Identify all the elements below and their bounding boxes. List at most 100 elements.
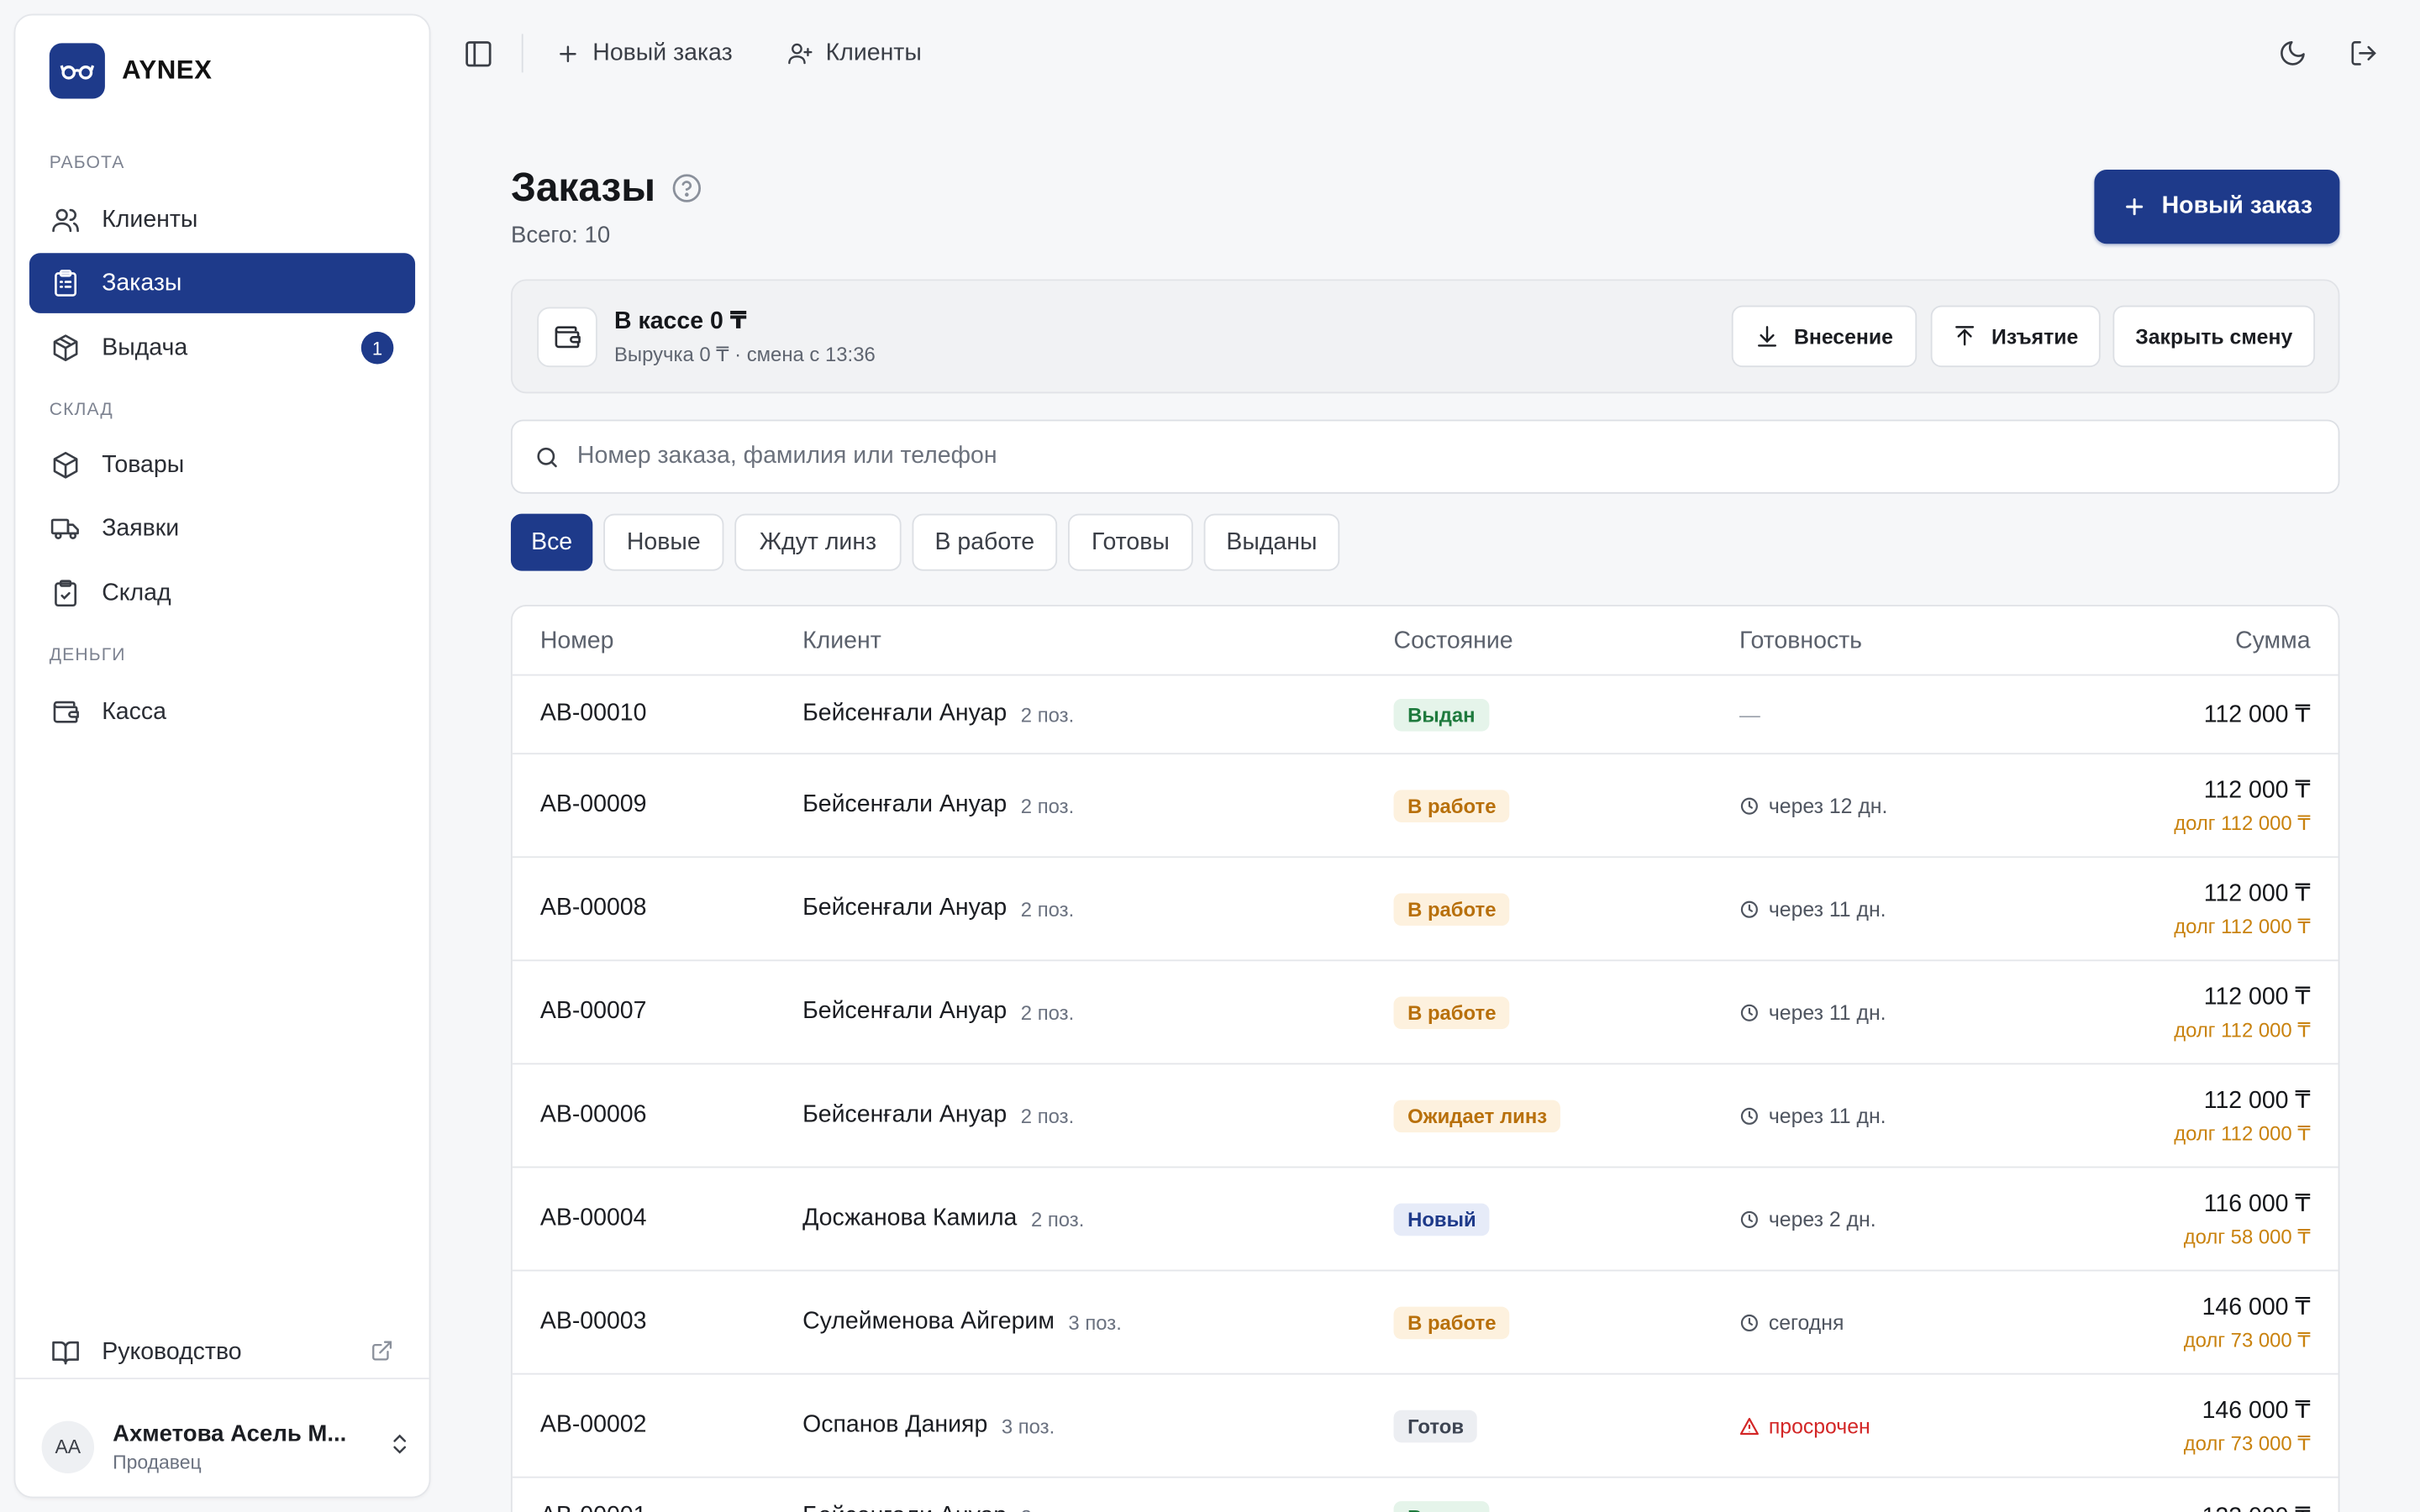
item-count: 2 поз. (1030, 1207, 1085, 1231)
topbar-new-order-button[interactable]: Новый заказ (555, 18, 733, 88)
order-readiness: через 2 дн. (1739, 1168, 1876, 1269)
order-number[interactable]: AB-00003 (540, 1271, 647, 1373)
table-row[interactable]: AB-00009 Бейсенғали Ануар 2 поз. В работе че… (512, 754, 2338, 858)
order-sum: 112 000 ₸ долг 112 000 ₸ (2174, 983, 2310, 1043)
column-header-number[interactable]: Номер (540, 606, 614, 676)
sidebar-item-requests[interactable]: Заявки (29, 498, 415, 559)
sidebar-item-products[interactable]: Товары (29, 435, 415, 496)
topbar-clients-button[interactable]: Клиенты (787, 18, 922, 88)
filter-all[interactable]: Все (510, 513, 593, 571)
table-row[interactable]: AB-00004 Досжанова Камила 2 поз. Новый через… (512, 1168, 2338, 1272)
item-count: 3 поз. (1001, 1414, 1055, 1437)
order-readiness: через 12 дн. (1739, 754, 1887, 856)
order-readiness: сегодня (1739, 1271, 1844, 1373)
theme-toggle-button[interactable] (2278, 18, 2307, 88)
filter-waiting-lenses[interactable]: Ждут линз (734, 513, 902, 571)
order-status: Выдан (1393, 675, 1490, 753)
order-number[interactable]: AB-00008 (540, 858, 647, 959)
sidebar: AYNEX Работа Клиенты Заказы Выдача 1 Скл… (13, 13, 431, 1499)
new-order-button[interactable]: Новый заказ (2094, 170, 2340, 244)
filter-issued[interactable]: Выданы (1203, 513, 1340, 571)
topbar-new-order-label: Новый заказ (592, 39, 733, 66)
package-icon (53, 334, 78, 362)
close-shift-button[interactable]: Закрыть смену (2112, 305, 2316, 368)
orders-table: Номер Клиент Состояние Готовность Сумма … (510, 604, 2340, 1512)
readiness-text: через 2 дн. (1768, 1207, 1876, 1231)
table-row[interactable]: AB-00008 Бейсенғали Ануар 2 поз. В работе че… (512, 858, 2338, 962)
external-link-icon (372, 1341, 392, 1361)
client-name: Бейсенғали Ануар (802, 998, 1007, 1025)
table-row[interactable]: AB-00006 Бейсенғали Ануар 2 поз. Ожидает ли… (512, 1064, 2338, 1168)
column-header-readiness[interactable]: Готовность (1739, 606, 1862, 676)
sidebar-item-orders[interactable]: Заказы (29, 253, 416, 313)
sidebar-item-label: Руководство (102, 1338, 242, 1365)
table-row[interactable]: AB-00007 Бейсенғали Ануар 2 поз. В работе че… (512, 961, 2338, 1065)
sidebar-item-clients[interactable]: Клиенты (29, 190, 415, 250)
filter-in-progress[interactable]: В работе (912, 513, 1058, 571)
sidebar-toggle-button[interactable] (463, 18, 494, 88)
debt-amount: долг 112 000 ₸ (2174, 811, 2311, 835)
order-readiness: — (1739, 675, 1760, 753)
order-sum: 116 000 ₸ долг 58 000 ₸ (2184, 1189, 2311, 1250)
status-badge: В работе (1393, 995, 1511, 1029)
order-number[interactable]: AB-00009 (540, 754, 647, 856)
order-number[interactable]: AB-00001 (540, 1478, 647, 1512)
sum-amount: 112 000 ₸ (2203, 984, 2311, 1011)
order-client: Сулейменова Айгерим 3 поз. (802, 1271, 1122, 1373)
search-input[interactable] (576, 443, 2275, 471)
column-header-status[interactable]: Состояние (1394, 606, 1513, 676)
order-number[interactable]: AB-00004 (540, 1168, 647, 1269)
plus-icon (560, 45, 576, 62)
filter-ready[interactable]: Готовы (1067, 513, 1193, 571)
item-count: 2 поз. (1020, 793, 1075, 817)
table-row[interactable]: AB-00003 Сулейменова Айгерим 3 поз. В работ… (512, 1271, 2338, 1375)
withdraw-button[interactable]: Изъятие (1930, 305, 2101, 368)
table-row[interactable]: AB-00010 Бейсенғали Ануар 2 поз. Выдан — 112 … (512, 675, 2338, 755)
clipboard-check-icon (55, 580, 77, 607)
sidebar-item-warehouse[interactable]: Склад (29, 563, 415, 623)
order-sum: 122 000 ₸ (2202, 1503, 2311, 1512)
clock-icon (1740, 1106, 1758, 1124)
status-badge: Новый (1393, 1202, 1491, 1236)
user-menu[interactable]: АА Ахметова Асель М... Продавец (41, 1409, 413, 1486)
table-row[interactable]: AB-00002 Оспанов Данияр 3 поз. Готов просроч… (512, 1374, 2338, 1478)
app-root: AYNEX Работа Клиенты Заказы Выдача 1 Скл… (0, 0, 2420, 1512)
clock-icon (1740, 796, 1758, 814)
debt-amount: долг 112 000 ₸ (2174, 915, 2311, 938)
order-client: Бейсенғали Ануар 2 поз. (802, 961, 1074, 1063)
order-number[interactable]: AB-00010 (540, 675, 647, 753)
item-count: 2 поз. (1020, 1000, 1075, 1024)
deposit-button[interactable]: Внесение (1731, 305, 1918, 368)
brand[interactable]: AYNEX (49, 43, 213, 99)
user-role: Продавец (113, 1452, 202, 1474)
order-number[interactable]: AB-00002 (540, 1374, 647, 1476)
chevron-up-down-icon (393, 1434, 407, 1454)
topbar: Новый заказ Клиенты (448, 18, 2390, 88)
clock-icon (1740, 1003, 1758, 1021)
search-box[interactable] (510, 419, 2340, 494)
clock-icon (1740, 900, 1758, 917)
logout-button[interactable] (2349, 18, 2378, 88)
order-client: Досжанова Камила 2 поз. (802, 1168, 1084, 1269)
sidebar-item-guide[interactable]: Руководство (29, 1322, 415, 1383)
status-badge: Выдан (1393, 1500, 1490, 1512)
help-circle-icon[interactable] (671, 172, 702, 203)
filter-new[interactable]: Новые (603, 513, 724, 571)
order-sum: 112 000 ₸ (2204, 701, 2311, 730)
cash-shift-info: Выручка 0 ₸ · смена с 13:36 (614, 342, 876, 366)
issue-count-badge: 1 (360, 331, 394, 365)
readiness-text: просрочен (1768, 1414, 1870, 1437)
column-header-sum[interactable]: Сумма (2235, 606, 2310, 676)
readiness-text: через 11 дн. (1768, 1104, 1886, 1127)
order-readiness: — (1739, 1478, 1760, 1512)
table-row[interactable]: AB-00001 Бейсенғали Ануар 3 поз. Выдан — 122 … (513, 1478, 2338, 1512)
sidebar-item-cash[interactable]: Касса (29, 682, 415, 743)
column-header-client[interactable]: Клиент (802, 606, 881, 676)
clock-icon (1740, 1314, 1758, 1331)
item-count: 3 поз. (1068, 1310, 1122, 1334)
order-number[interactable]: AB-00006 (540, 1064, 647, 1166)
order-number[interactable]: AB-00007 (540, 961, 647, 1063)
sidebar-item-issue[interactable]: Выдача 1 (29, 318, 415, 378)
panel-left-icon (466, 40, 492, 66)
order-sum: 146 000 ₸ долг 73 000 ₸ (2184, 1396, 2311, 1457)
